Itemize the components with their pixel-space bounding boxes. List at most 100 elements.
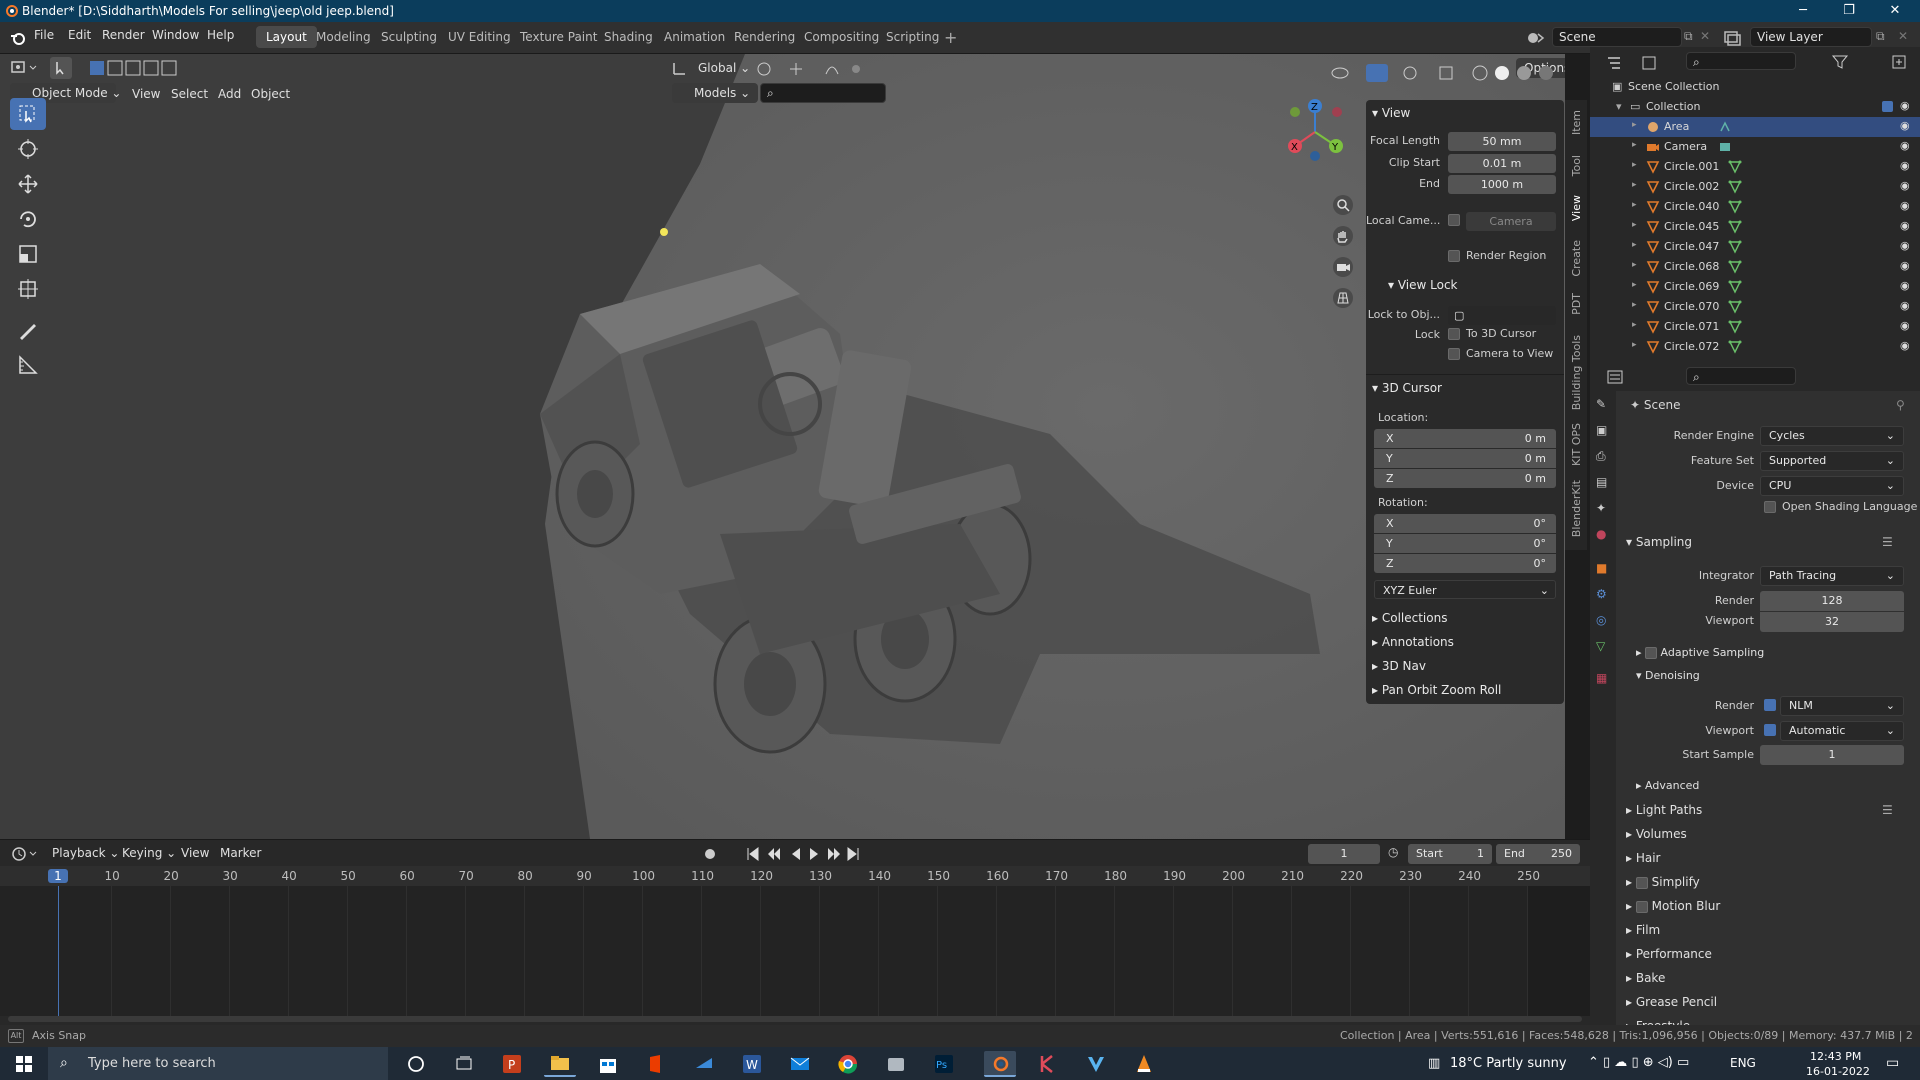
outliner-item[interactable]: ▸ Circle.071 ◉ xyxy=(1590,317,1920,337)
editor-type-icon[interactable] xyxy=(10,58,40,78)
mesh-data-icon[interactable] xyxy=(1728,160,1742,174)
playback-controls[interactable] xyxy=(744,844,864,864)
powerpoint-icon[interactable]: P xyxy=(496,1051,528,1077)
world-tab-icon[interactable]: ● xyxy=(1596,527,1606,541)
annotations-panel-header[interactable]: ▸ Annotations xyxy=(1372,635,1454,649)
current-frame-field[interactable]: 1 xyxy=(1308,844,1380,864)
blender-taskbar-icon[interactable] xyxy=(984,1051,1016,1077)
eye-icon[interactable]: ◉ xyxy=(1900,319,1910,332)
pin-icon[interactable]: ⚲ xyxy=(1896,398,1905,412)
keyframe-area[interactable] xyxy=(0,886,1590,1016)
close-window-button[interactable]: ✕ xyxy=(1872,0,1918,22)
tab-shading[interactable]: Shading xyxy=(594,26,663,48)
eye-icon[interactable]: ◉ xyxy=(1900,179,1910,192)
pivot-snap-icons[interactable] xyxy=(756,60,866,78)
panel-enable-checkbox[interactable] xyxy=(1635,900,1648,913)
panel-header-grease-pencil[interactable]: ▸ Grease Pencil xyxy=(1626,995,1717,1009)
osl-checkbox[interactable] xyxy=(1764,501,1776,513)
tab-kit-ops[interactable]: KIT OPS xyxy=(1570,423,1583,466)
display-mode-icon[interactable] xyxy=(1640,53,1668,73)
playhead[interactable] xyxy=(58,886,59,1016)
restore-button[interactable]: ❐ xyxy=(1826,0,1872,22)
weather-icon[interactable]: ▥ xyxy=(1428,1056,1440,1071)
shading-header-icons[interactable] xyxy=(1330,63,1565,83)
eye-icon[interactable]: ◉ xyxy=(1900,159,1910,172)
local-camera-field[interactable]: Camera xyxy=(1466,212,1556,231)
panel-header-volumes[interactable]: ▸ Volumes xyxy=(1626,827,1687,841)
timeline-keying-menu[interactable]: Keying ⌄ xyxy=(122,846,176,860)
menu-edit[interactable]: Edit xyxy=(68,28,91,42)
outliner-item[interactable]: ▸ Circle.069 ◉ xyxy=(1590,277,1920,297)
mail-icon[interactable] xyxy=(784,1051,816,1077)
eye-icon[interactable]: ◉ xyxy=(1900,239,1910,252)
start-sample-field[interactable]: 1 xyxy=(1760,745,1904,765)
panel-header-hair[interactable]: ▸ Hair xyxy=(1626,851,1661,865)
viewport-search-input[interactable]: ⌕ xyxy=(760,83,886,103)
transform-orientation-dropdown[interactable]: Global ⌄ xyxy=(690,58,750,78)
feature-set-dropdown[interactable]: Supported ⌄ xyxy=(1760,451,1904,471)
3d-nav-panel-header[interactable]: ▸ 3D Nav xyxy=(1372,659,1426,673)
clip-start-field[interactable]: 0.01 m xyxy=(1448,154,1556,173)
clock-time[interactable]: 12:43 PM xyxy=(1810,1050,1861,1063)
pan-orbit-panel-header[interactable]: ▸ Pan Orbit Zoom Roll xyxy=(1372,683,1501,697)
perspective-toggle-icon[interactable] xyxy=(1332,287,1354,309)
denoise-viewport-checkbox[interactable] xyxy=(1764,724,1776,736)
timeline-playback-menu[interactable]: Playback ⌄ xyxy=(52,846,119,860)
scene-field[interactable]: Scene xyxy=(1552,27,1682,47)
expand-arrow-icon[interactable]: ▸ xyxy=(1632,240,1637,250)
eye-icon[interactable]: ◉ xyxy=(1900,99,1910,112)
light-data-icon[interactable] xyxy=(1718,120,1732,134)
word-icon[interactable]: W xyxy=(736,1051,768,1077)
blender-menu-icon[interactable] xyxy=(10,30,26,46)
language-indicator[interactable]: ENG xyxy=(1730,1056,1756,1070)
tab-compositing[interactable]: Compositing xyxy=(794,26,889,48)
expand-arrow-icon[interactable]: ▸ xyxy=(1632,120,1637,130)
device-dropdown[interactable]: CPU ⌄ xyxy=(1760,476,1904,496)
mesh-data-icon[interactable] xyxy=(1728,200,1742,214)
system-tray-icons[interactable]: ⌃ ▯ ☁ ▯ ⊕ ◁) ▭ xyxy=(1588,1055,1689,1070)
file-explorer-icon[interactable] xyxy=(544,1051,576,1077)
expand-arrow-icon[interactable]: ▸ xyxy=(1632,300,1637,310)
eye-icon[interactable]: ◉ xyxy=(1900,299,1910,312)
cortana-icon[interactable] xyxy=(400,1051,432,1077)
mesh-data-icon[interactable] xyxy=(1728,340,1742,354)
viewport-samples-field[interactable]: 32 xyxy=(1760,612,1904,632)
vlc-icon[interactable] xyxy=(1128,1051,1160,1077)
timeline-marker-menu[interactable]: Marker xyxy=(220,846,261,860)
outliner-item[interactable]: ▸ Area ◉ xyxy=(1590,117,1920,137)
cursor-location-y[interactable]: Y 0 m xyxy=(1374,449,1556,468)
start-button[interactable] xyxy=(8,1051,40,1077)
denoise-render-checkbox[interactable] xyxy=(1764,699,1776,711)
tab-pdt[interactable]: PDT xyxy=(1570,293,1583,315)
tab-item[interactable]: Item xyxy=(1570,110,1583,135)
notifications-icon[interactable]: ▭ xyxy=(1886,1055,1899,1071)
navigation-gizmo[interactable]: Z X Y xyxy=(1280,94,1350,164)
expand-arrow-icon[interactable]: ▸ xyxy=(1632,280,1637,290)
tab-blenderkit[interactable]: BlenderKit xyxy=(1570,480,1583,537)
scene-tab-icon[interactable]: ✦ xyxy=(1596,501,1606,515)
selection-tool-icon[interactable] xyxy=(50,57,72,79)
cursor-location-x[interactable]: X 0 m xyxy=(1374,429,1556,448)
outliner-item[interactable]: ▸ Circle.040 ◉ xyxy=(1590,197,1920,217)
denoising-header[interactable]: ▾ Denoising xyxy=(1636,669,1700,682)
tab-scripting[interactable]: Scripting xyxy=(876,26,949,48)
eye-icon[interactable]: ◉ xyxy=(1900,259,1910,272)
view-layer-field[interactable]: View Layer xyxy=(1750,27,1872,47)
object-tab-icon[interactable]: ■ xyxy=(1596,561,1607,575)
output-tab-icon[interactable]: ⎙ xyxy=(1596,449,1606,464)
outliner-item[interactable]: ▸ Camera ◉ xyxy=(1590,137,1920,157)
timeline-editor-type-icon[interactable] xyxy=(10,845,40,863)
outliner-item[interactable]: ▸ Circle.068 ◉ xyxy=(1590,257,1920,277)
eye-icon[interactable]: ◉ xyxy=(1900,279,1910,292)
app-icon-blue[interactable] xyxy=(688,1051,720,1077)
office-icon[interactable] xyxy=(640,1051,672,1077)
tool-tab-icon[interactable]: ✎ xyxy=(1596,397,1606,411)
adaptive-sampling-header[interactable]: ▸ Adaptive Sampling xyxy=(1636,646,1764,659)
scene-new-icon[interactable]: ⧉ xyxy=(1684,29,1693,44)
outliner-editor-type-icon[interactable] xyxy=(1606,53,1634,73)
cursor-location-z[interactable]: Z 0 m xyxy=(1374,469,1556,488)
3d-cursor-header[interactable]: ▾ 3D Cursor xyxy=(1372,381,1442,395)
zoom-view-icon[interactable] xyxy=(1332,194,1354,216)
collections-panel-header[interactable]: ▸ Collections xyxy=(1372,611,1447,625)
view-layer-tab-icon[interactable]: ▤ xyxy=(1596,475,1607,489)
